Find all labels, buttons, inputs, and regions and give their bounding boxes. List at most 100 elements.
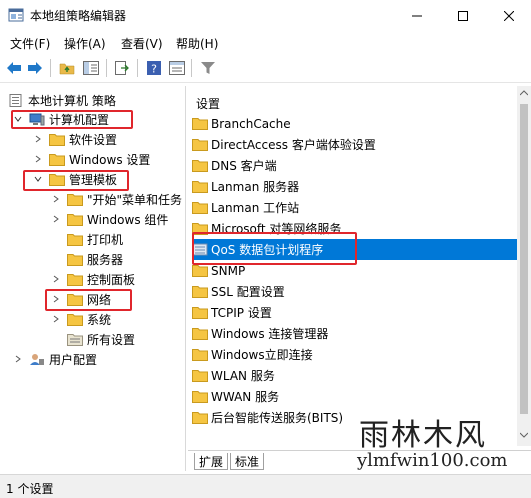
tree-label: 服务器 <box>87 252 124 267</box>
tree-node-start-menu[interactable]: "开始"菜单和任务 <box>50 189 182 209</box>
list-item-label: DirectAccess 客户端体验设置 <box>211 138 376 152</box>
highlight-box <box>23 170 129 191</box>
properties-button[interactable] <box>168 59 186 77</box>
menu-help[interactable]: 帮助(H) <box>176 35 218 52</box>
toolbar-separator <box>106 59 107 77</box>
tree-label: 系统 <box>87 312 112 327</box>
collapsed-chevron-icon[interactable] <box>50 313 62 325</box>
watermark-url: ylmfwin100.com <box>357 450 508 471</box>
folder-icon <box>192 286 208 298</box>
toolbar-separator <box>137 59 138 77</box>
folder-icon <box>67 273 83 286</box>
minimize-button[interactable] <box>394 0 440 31</box>
tree-node-system[interactable]: 系统 <box>50 309 111 329</box>
tab-extended[interactable]: 扩展 <box>194 453 229 470</box>
list-item[interactable]: Lanman 服务器 <box>192 176 517 197</box>
folder-icon <box>67 253 83 266</box>
tree-node-printers[interactable]: 打印机 <box>67 229 123 249</box>
forward-button[interactable] <box>26 59 44 77</box>
folder-icon <box>67 233 83 246</box>
list-item[interactable]: DirectAccess 客户端体验设置 <box>192 134 517 155</box>
list-item-label: Windows立即连接 <box>211 348 313 362</box>
list-item[interactable]: Windows立即连接 <box>192 344 517 365</box>
list-item-label: WLAN 服务 <box>211 369 275 383</box>
list-item-label: TCPIP 设置 <box>211 306 272 320</box>
menu-action[interactable]: 操作(A) <box>64 35 106 52</box>
tab-standard[interactable]: 标准 <box>230 453 265 470</box>
toolbar: ? <box>0 53 531 83</box>
tree-node-software-settings[interactable]: 软件设置 <box>32 129 117 149</box>
up-folder-icon <box>59 63 75 75</box>
column-header-setting[interactable]: 设置 <box>196 95 220 112</box>
folder-icon <box>192 139 208 151</box>
tree-node-windows-components[interactable]: Windows 组件 <box>50 209 168 229</box>
list-item[interactable]: WLAN 服务 <box>192 365 517 386</box>
collapsed-chevron-icon[interactable] <box>32 153 44 165</box>
maximize-button[interactable] <box>440 0 486 31</box>
list-item-label: Windows 连接管理器 <box>211 327 329 341</box>
collapsed-chevron-icon[interactable] <box>12 353 24 365</box>
highlight-box <box>192 232 357 265</box>
folder-icon <box>192 265 208 277</box>
tree-label: 所有设置 <box>87 332 136 347</box>
list-item-label: SSL 配置设置 <box>211 285 285 299</box>
folder-icon <box>49 133 65 146</box>
folder-icon <box>192 118 208 130</box>
forward-arrow-icon <box>28 62 42 74</box>
collapsed-chevron-icon[interactable] <box>50 213 62 225</box>
folder-icon <box>67 313 83 326</box>
status-text: 1 个设置 <box>6 482 54 496</box>
properties-pane-icon <box>169 61 185 75</box>
list-item-label: Lanman 服务器 <box>211 180 300 194</box>
folder-icon <box>192 328 208 340</box>
list-item-label: DNS 客户端 <box>211 159 277 173</box>
list-item[interactable]: Windows 连接管理器 <box>192 323 517 344</box>
vertical-scrollbar[interactable] <box>517 86 531 446</box>
folder-icon <box>49 153 65 166</box>
scroll-up-icon[interactable] <box>520 90 528 96</box>
tree-label: Windows 组件 <box>87 212 169 227</box>
help-button[interactable]: ? <box>145 59 163 77</box>
maximize-icon <box>458 10 468 21</box>
collapsed-chevron-icon[interactable] <box>50 273 62 285</box>
list-item[interactable]: DNS 客户端 <box>192 155 517 176</box>
export-list-button[interactable] <box>113 59 131 77</box>
folder-icon <box>192 349 208 361</box>
folder-icon <box>67 213 83 226</box>
list-item[interactable]: WWAN 服务 <box>192 386 517 407</box>
tree-node-all-settings[interactable]: 所有设置 <box>67 329 135 349</box>
tree-label: 本地计算机 策略 <box>28 93 116 108</box>
close-button[interactable] <box>486 0 531 31</box>
user-icon <box>30 353 44 365</box>
list-item-label: BranchCache <box>211 116 291 131</box>
help-icon: ? <box>147 61 161 76</box>
scrollbar-thumb[interactable] <box>520 104 528 414</box>
folder-icon <box>192 370 208 382</box>
list-item[interactable]: BranchCache <box>192 113 517 134</box>
watermark: 雨林木风 ylmfwin100.com <box>345 410 531 474</box>
back-button[interactable] <box>5 59 23 77</box>
show-hide-tree-button[interactable] <box>82 59 100 77</box>
list-item[interactable]: Lanman 工作站 <box>192 197 517 218</box>
tree-node-windows-settings[interactable]: Windows 设置 <box>32 149 150 169</box>
tree-node-user-config[interactable]: 用户配置 <box>12 349 97 369</box>
filter-button[interactable] <box>199 59 217 77</box>
list-item[interactable]: SSL 配置设置 <box>192 281 517 302</box>
tree-node-control-panel[interactable]: 控制面板 <box>50 269 135 289</box>
menu-view[interactable]: 查看(V) <box>121 35 163 52</box>
menu-file[interactable]: 文件(F) <box>10 35 50 52</box>
list-item[interactable]: TCPIP 设置 <box>192 302 517 323</box>
tree-label: Windows 设置 <box>69 152 151 167</box>
up-folder-button[interactable] <box>58 59 76 77</box>
tree-pane-icon <box>83 61 99 75</box>
tree-label: 控制面板 <box>87 272 136 287</box>
toolbar-separator <box>191 59 192 77</box>
tree-node-root[interactable]: 本地计算机 策略 <box>8 90 116 110</box>
folder-icon <box>192 181 208 193</box>
collapsed-chevron-icon[interactable] <box>32 133 44 145</box>
tree-node-servers[interactable]: 服务器 <box>67 249 123 269</box>
list-item-label: 后台智能传送服务(BITS) <box>211 411 344 425</box>
folder-icon <box>192 202 208 214</box>
menu-bar: 文件(F) 操作(A) 查看(V) 帮助(H) <box>0 31 531 53</box>
collapsed-chevron-icon[interactable] <box>50 193 62 205</box>
